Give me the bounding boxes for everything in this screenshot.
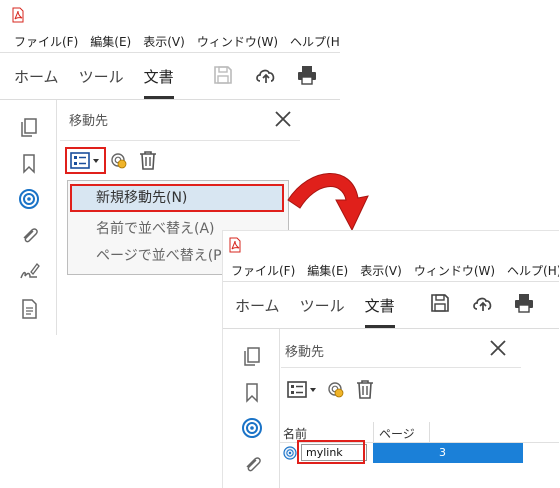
title-bar: [223, 231, 559, 261]
acrobat-window-2: ファイル(F) 編集(E) 表示(V) ウィンドウ(W) ヘルプ(H) ホーム …: [222, 230, 559, 488]
tab-document[interactable]: 文書: [355, 282, 405, 328]
attachment-icon[interactable]: [241, 453, 263, 475]
name-input-highlight-box: [297, 440, 365, 464]
print-icon[interactable]: [513, 292, 535, 314]
save-icon[interactable]: [212, 64, 234, 86]
upload-cloud-icon[interactable]: [254, 64, 278, 86]
title-bar: [0, 0, 340, 30]
destination-icon: [283, 446, 297, 460]
menu-item-new-destination[interactable]: 新規移動先(N): [70, 184, 284, 212]
tab-bar: ホーム ツール 文書: [0, 53, 340, 100]
menu-view[interactable]: 表示(V): [137, 33, 191, 50]
destinations-icon[interactable]: [241, 417, 263, 439]
scan-destinations-icon[interactable]: [110, 152, 128, 170]
panel-title: 移動先: [285, 345, 325, 360]
pages-icon[interactable]: [241, 345, 263, 367]
menu-help[interactable]: ヘルプ(H): [501, 262, 559, 279]
close-icon[interactable]: [274, 110, 292, 128]
menu-file[interactable]: ファイル(F): [0, 33, 84, 50]
acrobat-logo-icon: [12, 7, 24, 23]
menu-file[interactable]: ファイル(F): [223, 262, 301, 279]
tab-tools[interactable]: ツール: [69, 53, 134, 99]
menu-window[interactable]: ウィンドウ(W): [408, 262, 501, 279]
menu-bar: ファイル(F) 編集(E) 表示(V) ウィンドウ(W) ヘルプ(H): [0, 30, 340, 53]
column-divider: [429, 422, 430, 442]
menu-bar: ファイル(F) 編集(E) 表示(V) ウィンドウ(W) ヘルプ(H): [223, 259, 559, 282]
table-row[interactable]: 3 mylink: [279, 440, 559, 464]
navigation-pane-bar: [0, 100, 57, 335]
menu-edit[interactable]: 編集(E): [301, 262, 354, 279]
tab-tools[interactable]: ツール: [290, 282, 355, 328]
close-icon[interactable]: [489, 339, 507, 357]
options-menu-icon[interactable]: [287, 381, 319, 399]
upload-cloud-icon[interactable]: [471, 292, 495, 314]
save-icon[interactable]: [429, 292, 451, 314]
column-divider: [373, 422, 374, 442]
menu-help[interactable]: ヘルプ(H): [284, 33, 340, 50]
bookmark-icon[interactable]: [241, 381, 263, 403]
acrobat-logo-icon: [229, 237, 241, 253]
menu-item-sort-by-name[interactable]: 名前で並べ替え(A): [96, 218, 215, 238]
panel-divider: [60, 140, 300, 141]
column-header-page[interactable]: ページ: [379, 425, 415, 442]
attachment-icon[interactable]: [18, 224, 40, 246]
panel-title: 移動先: [69, 114, 109, 129]
menu-edit[interactable]: 編集(E): [84, 33, 137, 50]
navigation-pane-bar: [223, 329, 280, 488]
menu-view[interactable]: 表示(V): [354, 262, 408, 279]
menu-item-sort-by-page[interactable]: ページで並べ替え(P): [96, 245, 227, 265]
destination-page-cell[interactable]: 3: [373, 443, 523, 463]
document-properties-icon[interactable]: [18, 298, 40, 320]
pages-icon[interactable]: [18, 116, 40, 138]
print-icon[interactable]: [296, 64, 318, 86]
panel-divider: [281, 367, 521, 368]
bookmark-icon[interactable]: [18, 152, 40, 174]
menu-window[interactable]: ウィンドウ(W): [191, 33, 284, 50]
delete-icon[interactable]: [354, 378, 376, 400]
delete-icon[interactable]: [137, 149, 159, 171]
tab-home[interactable]: ホーム: [223, 282, 290, 328]
tab-home[interactable]: ホーム: [0, 53, 69, 99]
options-menu-icon[interactable]: [70, 152, 102, 170]
tab-document[interactable]: 文書: [134, 53, 184, 99]
destinations-icon[interactable]: [18, 188, 40, 210]
signature-icon[interactable]: [18, 260, 40, 282]
tab-bar: ホーム ツール 文書: [223, 282, 559, 329]
scan-destinations-icon[interactable]: [327, 381, 345, 399]
